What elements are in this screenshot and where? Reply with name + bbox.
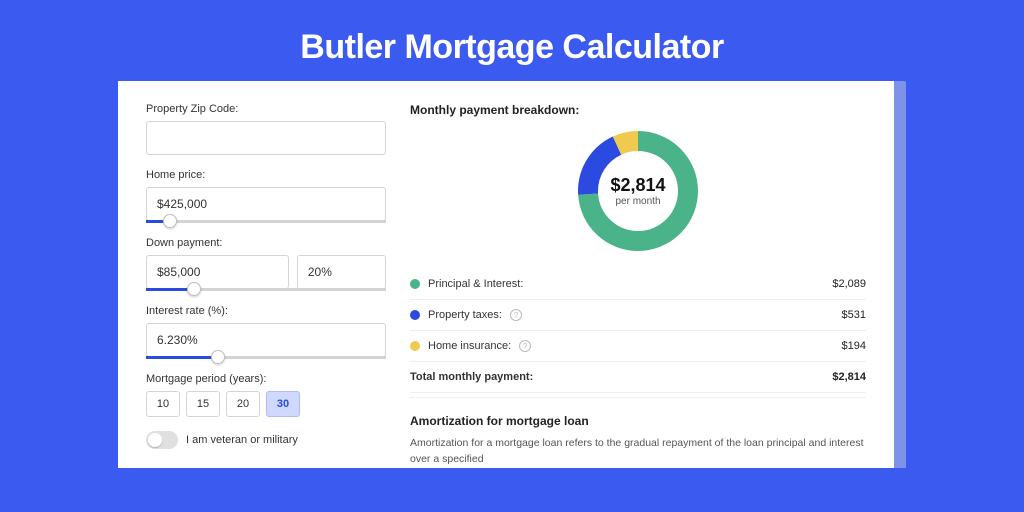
- amortization-title: Amortization for mortgage loan: [410, 414, 866, 428]
- legend-label: Property taxes:: [428, 309, 502, 321]
- legend-total-label: Total monthly payment:: [410, 371, 533, 383]
- period-btn-20[interactable]: 20: [226, 391, 260, 417]
- period-buttons: 10 15 20 30: [146, 391, 386, 417]
- zip-label: Property Zip Code:: [146, 103, 386, 115]
- home-price-input[interactable]: [146, 187, 386, 221]
- calculator-card: Property Zip Code: Home price: Down paym…: [118, 81, 894, 468]
- period-btn-30[interactable]: 30: [266, 391, 300, 417]
- slider-thumb-icon[interactable]: [211, 350, 225, 364]
- legend-label: Home insurance:: [428, 340, 511, 352]
- legend-row-total: Total monthly payment: $2,814: [410, 362, 866, 393]
- slider-thumb-icon[interactable]: [187, 282, 201, 296]
- dot-icon: [410, 310, 420, 320]
- legend-value: $194: [842, 340, 866, 352]
- legend-row-insurance: Home insurance: ? $194: [410, 331, 866, 362]
- slider-thumb-icon[interactable]: [163, 214, 177, 228]
- veteran-row: I am veteran or military: [146, 431, 386, 449]
- zip-field: Property Zip Code:: [146, 103, 386, 155]
- card-shadow: Property Zip Code: Home price: Down paym…: [118, 81, 906, 468]
- down-payment-pct-input[interactable]: [297, 255, 386, 289]
- page-title: Butler Mortgage Calculator: [0, 0, 1024, 81]
- interest-label: Interest rate (%):: [146, 305, 386, 317]
- home-price-field: Home price:: [146, 169, 386, 223]
- info-icon[interactable]: ?: [510, 309, 522, 321]
- zip-input[interactable]: [146, 121, 386, 155]
- interest-input[interactable]: [146, 323, 386, 357]
- donut-chart: $2,814 per month: [410, 127, 866, 255]
- down-payment-input[interactable]: [146, 255, 289, 289]
- divider: [410, 397, 866, 398]
- down-payment-label: Down payment:: [146, 237, 386, 249]
- donut-center-sub: per month: [615, 196, 660, 207]
- period-btn-10[interactable]: 10: [146, 391, 180, 417]
- down-payment-slider[interactable]: [146, 288, 386, 291]
- period-field: Mortgage period (years): 10 15 20 30: [146, 373, 386, 417]
- home-price-slider[interactable]: [146, 220, 386, 223]
- legend-total-value: $2,814: [832, 371, 866, 383]
- breakdown-title: Monthly payment breakdown:: [410, 103, 866, 117]
- dot-icon: [410, 341, 420, 351]
- period-btn-15[interactable]: 15: [186, 391, 220, 417]
- inputs-column: Property Zip Code: Home price: Down paym…: [146, 103, 386, 468]
- breakdown-column: Monthly payment breakdown: $2,814 per mo…: [410, 103, 866, 468]
- legend-label: Principal & Interest:: [428, 278, 523, 290]
- interest-field: Interest rate (%):: [146, 305, 386, 359]
- dot-icon: [410, 279, 420, 289]
- info-icon[interactable]: ?: [519, 340, 531, 352]
- period-label: Mortgage period (years):: [146, 373, 386, 385]
- donut-center-value: $2,814: [610, 175, 665, 196]
- veteran-label: I am veteran or military: [186, 434, 298, 446]
- home-price-label: Home price:: [146, 169, 386, 181]
- legend-row-taxes: Property taxes: ? $531: [410, 300, 866, 331]
- veteran-toggle[interactable]: [146, 431, 178, 449]
- amortization-text: Amortization for a mortgage loan refers …: [410, 436, 866, 468]
- down-payment-field: Down payment:: [146, 237, 386, 291]
- interest-slider[interactable]: [146, 356, 386, 359]
- legend-value: $2,089: [832, 278, 866, 290]
- legend-value: $531: [842, 309, 866, 321]
- legend-row-principal: Principal & Interest: $2,089: [410, 269, 866, 300]
